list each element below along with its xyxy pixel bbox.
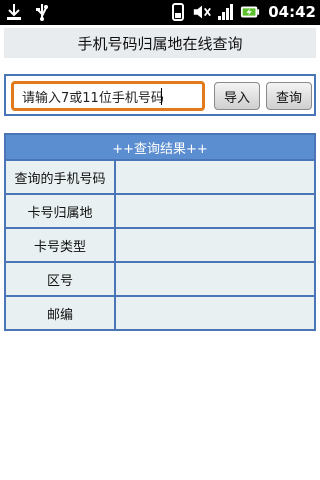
import-button[interactable]: 导入 [214, 82, 260, 110]
status-bar: 04:42 [0, 0, 320, 25]
app-title: 手机号码归属地在线查询 [4, 28, 316, 58]
row-label: 区号 [6, 263, 116, 295]
row-label: 卡号归属地 [6, 195, 116, 227]
result-table: ++查询结果++ 查询的手机号码 卡号归属地 卡号类型 区号 邮编 [4, 133, 316, 331]
search-panel: 导入 查询 [4, 74, 316, 116]
download-icon [4, 2, 24, 22]
result-row-area-code: 区号 [6, 263, 314, 297]
result-row-number: 查询的手机号码 [6, 161, 314, 195]
result-row-postcode: 邮编 [6, 297, 314, 329]
result-row-location: 卡号归属地 [6, 195, 314, 229]
row-value [116, 263, 314, 295]
usb-icon [32, 2, 52, 22]
row-value [116, 195, 314, 227]
battery-icon [240, 2, 260, 22]
result-header: ++查询结果++ [6, 135, 314, 161]
result-row-card-type: 卡号类型 [6, 229, 314, 263]
text-cursor [161, 88, 162, 105]
phone-number-input[interactable] [11, 81, 205, 111]
row-value [116, 229, 314, 261]
wifi-icon [168, 2, 188, 22]
row-value [116, 297, 314, 329]
row-label: 邮编 [6, 297, 116, 329]
mute-icon [192, 2, 212, 22]
signal-icon [216, 2, 236, 22]
row-value [116, 161, 314, 193]
query-button[interactable]: 查询 [266, 82, 312, 110]
row-label: 卡号类型 [6, 229, 116, 261]
clock: 04:42 [268, 3, 316, 21]
row-label: 查询的手机号码 [6, 161, 116, 193]
